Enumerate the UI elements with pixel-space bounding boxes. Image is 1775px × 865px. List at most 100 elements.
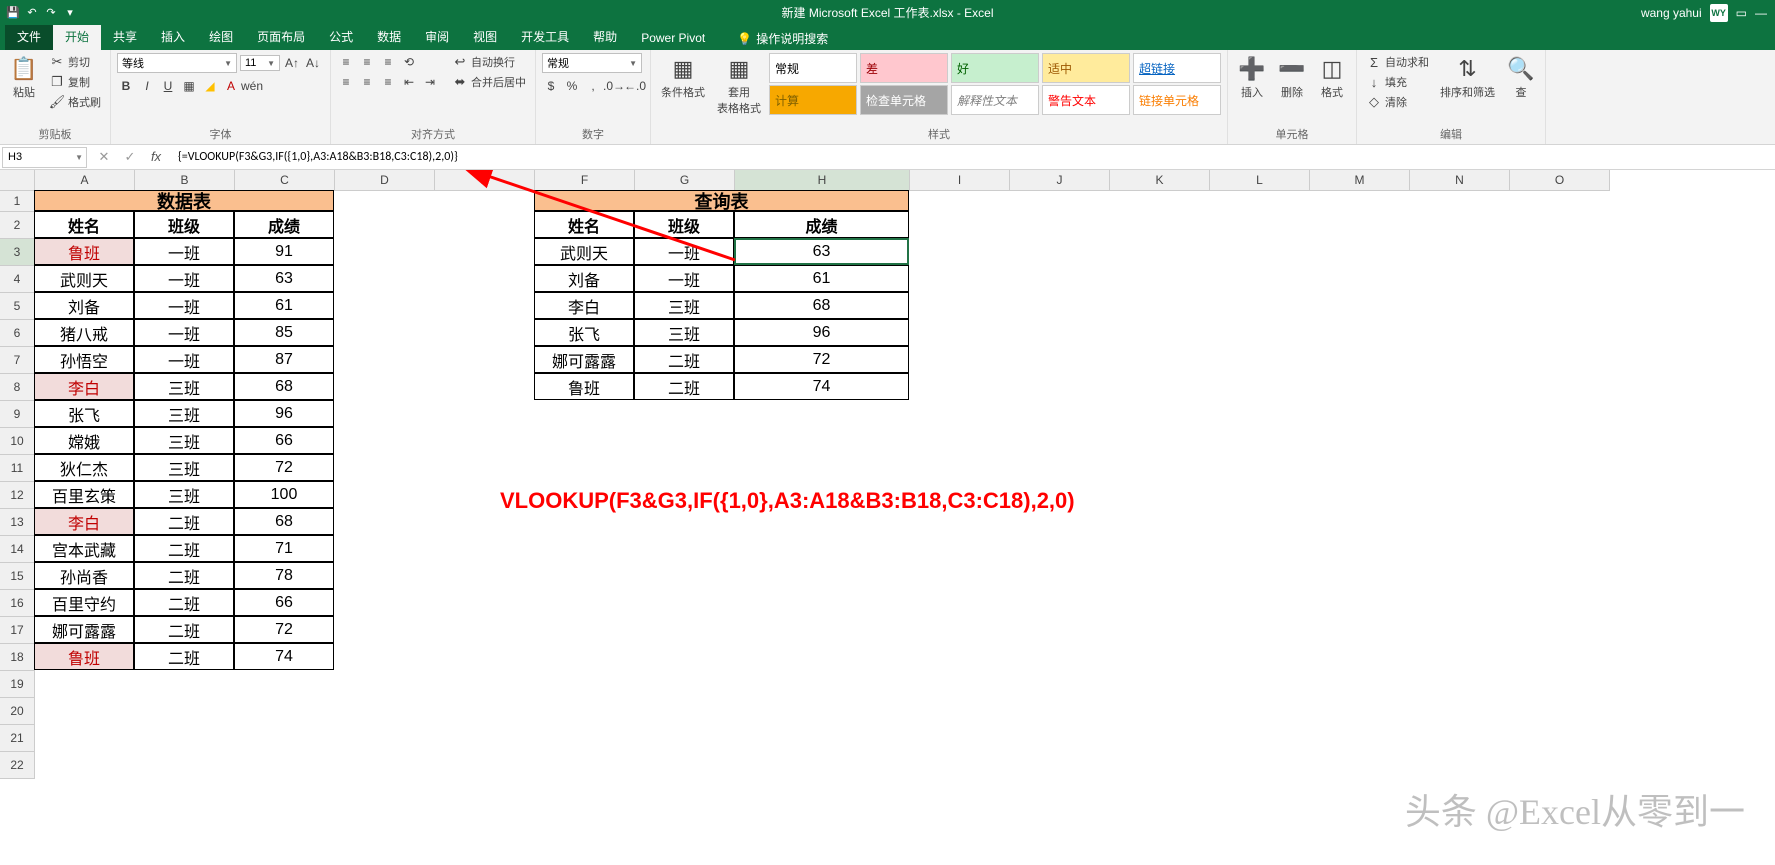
format-painter-button[interactable]: 🖌格式刷 (46, 93, 104, 111)
row-header-8[interactable]: 8 (0, 374, 35, 401)
cell[interactable]: 78 (234, 562, 334, 589)
cell[interactable]: 查询表 (534, 190, 909, 211)
cell[interactable]: 刘备 (34, 292, 134, 319)
conditional-format-button[interactable]: ▦条件格式 (657, 53, 709, 102)
ribbon-opts-icon[interactable]: ▭ (1736, 6, 1747, 20)
cell[interactable]: 姓名 (534, 211, 634, 238)
cell[interactable]: 姓名 (34, 211, 134, 238)
save-icon[interactable]: 💾 (5, 5, 21, 21)
column-header-O[interactable]: O (1510, 170, 1610, 191)
cancel-formula-icon[interactable]: ✕ (92, 149, 116, 165)
cell[interactable]: 百里玄策 (34, 481, 134, 508)
row-header-2[interactable]: 2 (0, 212, 35, 239)
cell[interactable]: 娜可露露 (534, 346, 634, 373)
row-header-18[interactable]: 18 (0, 644, 35, 671)
row-header-10[interactable]: 10 (0, 428, 35, 455)
cell[interactable]: 李白 (34, 508, 134, 535)
cell[interactable]: 72 (734, 346, 909, 373)
column-header-F[interactable]: F (535, 170, 635, 191)
align-right-icon[interactable]: ≡ (379, 73, 397, 91)
tab-help[interactable]: 帮助 (581, 23, 629, 50)
row-header-19[interactable]: 19 (0, 671, 35, 698)
cell[interactable]: 成绩 (734, 211, 909, 238)
cell[interactable]: 三班 (634, 292, 734, 319)
format-cells-button[interactable]: ◫格式 (1314, 53, 1350, 102)
cell[interactable]: 李白 (34, 373, 134, 400)
cell[interactable]: 二班 (134, 562, 234, 589)
row-header-4[interactable]: 4 (0, 266, 35, 293)
format-as-table-button[interactable]: ▦套用 表格格式 (713, 53, 765, 118)
row-header-21[interactable]: 21 (0, 725, 35, 752)
cell[interactable]: 李白 (534, 292, 634, 319)
cell[interactable]: 91 (234, 238, 334, 265)
cell[interactable]: 85 (234, 319, 334, 346)
cell[interactable]: 嫦娥 (34, 427, 134, 454)
style-warning[interactable]: 警告文本 (1042, 85, 1130, 115)
style-linkedcell[interactable]: 链接单元格 (1133, 85, 1221, 115)
cell[interactable]: 66 (234, 427, 334, 454)
tab-view[interactable]: 视图 (461, 23, 509, 50)
style-check[interactable]: 检查单元格 (860, 85, 948, 115)
column-header-I[interactable]: I (910, 170, 1010, 191)
font-name-combo[interactable]: 等线▼ (117, 53, 237, 73)
tab-powerpivot[interactable]: Power Pivot (629, 26, 717, 50)
name-box[interactable]: H3▼ (2, 147, 87, 168)
bold-button[interactable]: B (117, 77, 135, 95)
cell[interactable]: 狄仁杰 (34, 454, 134, 481)
cell[interactable]: 一班 (634, 265, 734, 292)
orientation-icon[interactable]: ⟲ (400, 53, 418, 71)
redo-icon[interactable]: ↷ (43, 5, 59, 21)
row-header-11[interactable]: 11 (0, 455, 35, 482)
fill-button[interactable]: ↓填充 (1363, 73, 1432, 91)
cell[interactable]: 数据表 (34, 190, 334, 211)
tab-data[interactable]: 数据 (365, 23, 413, 50)
row-header-3[interactable]: 3 (0, 239, 35, 266)
column-header-B[interactable]: B (135, 170, 235, 191)
column-header-H[interactable]: H (735, 170, 910, 191)
row-header-6[interactable]: 6 (0, 320, 35, 347)
dec-decimal-icon[interactable]: ←.0 (626, 77, 644, 95)
cell[interactable]: 61 (734, 265, 909, 292)
cell[interactable]: 猪八戒 (34, 319, 134, 346)
cell[interactable]: 72 (234, 454, 334, 481)
wrap-text-button[interactable]: ↩自动换行 (449, 53, 529, 71)
align-middle-icon[interactable]: ≡ (358, 53, 376, 71)
style-hyperlink[interactable]: 超链接 (1133, 53, 1221, 83)
find-button[interactable]: 🔍查 (1503, 53, 1539, 102)
column-header-M[interactable]: M (1310, 170, 1410, 191)
cell[interactable]: 武则天 (34, 265, 134, 292)
column-header-A[interactable]: A (35, 170, 135, 191)
tab-draw[interactable]: 绘图 (197, 23, 245, 50)
autosum-button[interactable]: Σ自动求和 (1363, 53, 1432, 71)
style-calc[interactable]: 计算 (769, 85, 857, 115)
column-header-L[interactable]: L (1210, 170, 1310, 191)
cell[interactable]: 96 (234, 400, 334, 427)
currency-icon[interactable]: $ (542, 77, 560, 95)
cell[interactable]: 孙尚香 (34, 562, 134, 589)
inc-decimal-icon[interactable]: .0→ (605, 77, 623, 95)
indent-inc-icon[interactable]: ⇥ (421, 73, 439, 91)
align-left-icon[interactable]: ≡ (337, 73, 355, 91)
cell[interactable]: 72 (234, 616, 334, 643)
cell[interactable]: 63 (734, 238, 909, 265)
cell[interactable]: 刘备 (534, 265, 634, 292)
row-header-20[interactable]: 20 (0, 698, 35, 725)
underline-button[interactable]: U (159, 77, 177, 95)
cell[interactable]: 孙悟空 (34, 346, 134, 373)
delete-cells-button[interactable]: ➖删除 (1274, 53, 1310, 102)
spreadsheet-grid[interactable]: ABCDEFGHIJKLMNO 123456789101112131415161… (0, 170, 1775, 865)
column-header-K[interactable]: K (1110, 170, 1210, 191)
cell[interactable]: 三班 (134, 427, 234, 454)
row-header-17[interactable]: 17 (0, 617, 35, 644)
cell[interactable]: 二班 (134, 589, 234, 616)
cell[interactable]: 班级 (634, 211, 734, 238)
cell[interactable]: 三班 (134, 373, 234, 400)
row-header-9[interactable]: 9 (0, 401, 35, 428)
sort-filter-button[interactable]: ⇅排序和筛选 (1436, 53, 1499, 102)
cell[interactable]: 二班 (634, 346, 734, 373)
user-avatar[interactable]: WY (1710, 4, 1728, 22)
cell[interactable]: 100 (234, 481, 334, 508)
cell[interactable]: 61 (234, 292, 334, 319)
column-header-C[interactable]: C (235, 170, 335, 191)
cell[interactable]: 87 (234, 346, 334, 373)
